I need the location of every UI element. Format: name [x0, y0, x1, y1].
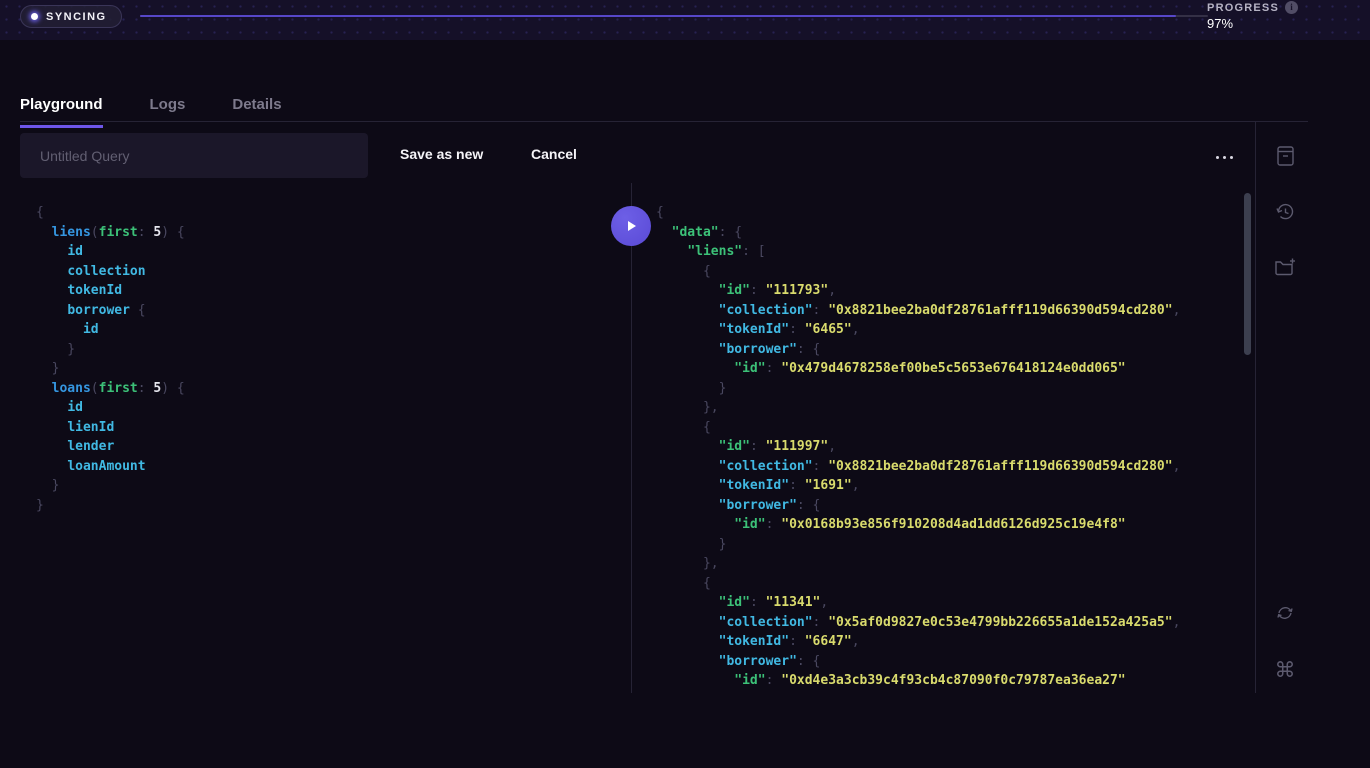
save-as-new-button[interactable]: Save as new	[400, 146, 483, 162]
history-icon	[1273, 200, 1297, 224]
tabs-separator	[20, 121, 1308, 122]
code-line: }	[36, 340, 630, 360]
progress-readout: PROGRESS i 97%	[1207, 1, 1298, 31]
folder-add-icon	[1273, 256, 1297, 278]
code-line: "borrower": {	[656, 340, 1244, 360]
run-query-button[interactable]	[611, 206, 651, 246]
docs-button[interactable]	[1270, 141, 1300, 171]
code-line: "liens": [	[656, 242, 1244, 262]
sync-progress-bar	[140, 15, 1208, 17]
code-line: id	[36, 242, 630, 262]
ellipsis-icon	[1223, 156, 1226, 159]
info-icon[interactable]: i	[1285, 1, 1298, 14]
syncing-badge: SYNCING	[20, 5, 122, 28]
code-line: "id": "0x0168b93e856f910208d4ad1dd6126d9…	[656, 515, 1244, 535]
code-line: "id": "0xd4e3a3cb39c4f93cb4c87090f0c7978…	[656, 671, 1244, 691]
code-line: lender	[36, 437, 630, 457]
code-line: },	[656, 554, 1244, 574]
code-line: collection	[36, 262, 630, 282]
code-line: "collection": "0x8821bee2ba0df28761afff1…	[656, 457, 1244, 477]
tab-playground[interactable]: Playground	[20, 96, 103, 128]
refresh-button[interactable]	[1270, 598, 1300, 628]
history-button[interactable]	[1270, 197, 1300, 227]
code-line: }	[36, 476, 630, 496]
ellipsis-icon	[1216, 156, 1219, 159]
code-line: lienId	[36, 418, 630, 438]
code-line: "id": "111793",	[656, 281, 1244, 301]
code-line: "id": "0x479d4678258ef00be5c5653e6764181…	[656, 359, 1244, 379]
sync-status-dot-icon	[31, 13, 38, 20]
code-line: "tokenId": "1691",	[656, 476, 1244, 496]
response-viewer: { "data": { "liens": [ { "id": "111793",…	[632, 183, 1244, 693]
code-line: loans(first: 5) {	[36, 379, 630, 399]
code-line: {	[656, 574, 1244, 594]
tab-details[interactable]: Details	[232, 96, 281, 128]
top-status-bar: SYNCING PROGRESS i 97%	[0, 0, 1370, 40]
more-options-button[interactable]	[1210, 150, 1238, 164]
progress-label: PROGRESS	[1207, 2, 1279, 14]
docs-icon	[1274, 144, 1296, 168]
progress-value: 97%	[1207, 16, 1298, 31]
rail-divider	[1255, 121, 1256, 693]
sync-status-label: SYNCING	[46, 11, 107, 23]
ellipsis-icon	[1230, 156, 1233, 159]
code-line: {	[656, 203, 1244, 223]
query-editor[interactable]: { liens(first: 5) { id collection tokenI…	[20, 183, 630, 693]
code-line: "id": "11341",	[656, 593, 1244, 613]
code-line: "tokenId": "6647",	[656, 632, 1244, 652]
code-line: "tokenId": "6465",	[656, 320, 1244, 340]
code-line: "borrower": {	[656, 652, 1244, 672]
sync-progress-fill	[140, 15, 1176, 17]
code-line: id	[36, 320, 630, 340]
code-line: "id": "111997",	[656, 437, 1244, 457]
cancel-button[interactable]: Cancel	[531, 146, 577, 162]
collections-button[interactable]	[1270, 252, 1300, 282]
play-icon	[623, 218, 639, 234]
response-scrollbar-thumb[interactable]	[1244, 193, 1251, 355]
tab-logs[interactable]: Logs	[150, 96, 186, 128]
code-line: }	[656, 535, 1244, 555]
code-line: }	[656, 379, 1244, 399]
refresh-icon	[1273, 601, 1297, 625]
code-line: liens(first: 5) {	[36, 223, 630, 243]
code-line: borrower {	[36, 301, 630, 321]
query-name-input[interactable]	[20, 133, 368, 178]
code-line: {	[656, 262, 1244, 282]
code-line: }	[36, 359, 630, 379]
code-line: "data": {	[656, 223, 1244, 243]
code-line: "borrower": {	[656, 496, 1244, 516]
code-line: id	[36, 398, 630, 418]
code-line: tokenId	[36, 281, 630, 301]
command-icon: ⌘	[1275, 660, 1296, 681]
code-line: {	[656, 418, 1244, 438]
view-tabs: Playground Logs Details	[20, 96, 282, 128]
code-line: }	[36, 496, 630, 516]
code-line: "collection": "0x5af0d9827e0c53e4799bb22…	[656, 613, 1244, 633]
shortcuts-button[interactable]: ⌘	[1270, 655, 1300, 685]
code-line: loanAmount	[36, 457, 630, 477]
code-line: },	[656, 398, 1244, 418]
code-line: {	[36, 203, 630, 223]
code-line: "collection": "0x8821bee2ba0df28761afff1…	[656, 301, 1244, 321]
